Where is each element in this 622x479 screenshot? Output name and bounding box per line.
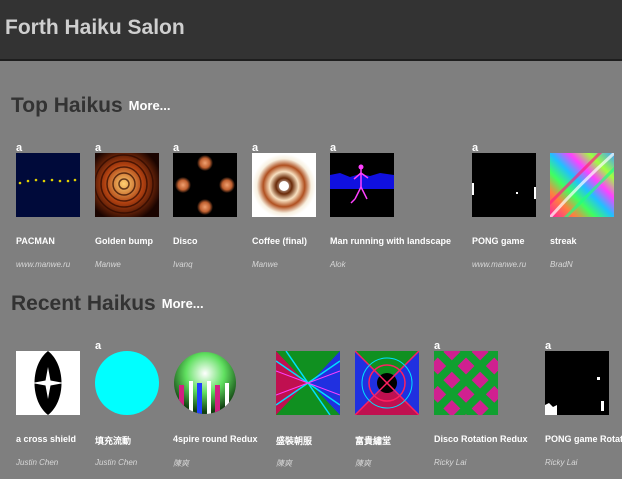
haiku-name[interactable]: 4spire round Redux — [173, 434, 258, 444]
haiku-name[interactable]: a cross shield — [16, 434, 76, 444]
haiku-card[interactable]: streak BradN — [550, 142, 622, 272]
haiku-card[interactable]: 盛裝朝服 陳爽 — [276, 340, 356, 470]
haiku-author[interactable]: Ivanq — [173, 260, 193, 269]
haiku-author[interactable]: 陳爽 — [355, 458, 371, 469]
haiku-card[interactable]: a PONG game www.manwe.ru — [472, 142, 552, 272]
haiku-name[interactable]: 富貴繡堂 — [355, 434, 391, 447]
haiku-name[interactable]: Golden bump — [95, 236, 153, 246]
haiku-author[interactable]: www.manwe.ru — [16, 260, 70, 269]
haiku-author[interactable]: 陳爽 — [276, 458, 292, 469]
haiku-card[interactable]: a Golden bump Manwe — [95, 142, 175, 272]
haiku-card[interactable]: 4spire round Redux 陳爽 — [173, 340, 258, 470]
haiku-card[interactable]: a Man running with landscape Alok — [330, 142, 451, 272]
top-more-link[interactable]: More... — [129, 98, 171, 113]
haiku-name[interactable]: Man running with landscape — [330, 236, 451, 246]
haiku-name[interactable]: 填充流動 — [95, 434, 131, 447]
haiku-thumbnail-disco[interactable] — [173, 153, 237, 217]
haiku-author[interactable]: Manwe — [95, 260, 121, 269]
haiku-card[interactable]: 富貴繡堂 陳爽 — [355, 340, 435, 470]
haiku-thumbnail-pong[interactable] — [472, 153, 536, 217]
haiku-card[interactable]: a cross shield Justin Chen — [16, 340, 96, 470]
haiku-name[interactable]: PONG game Rotation — [545, 434, 622, 444]
haiku-card[interactable]: a 填充流動 Justin Chen — [95, 340, 175, 470]
haiku-thumbnail-pacman[interactable] — [16, 153, 80, 217]
haiku-card[interactable]: a PACMAN www.manwe.ru — [16, 142, 96, 272]
haiku-author[interactable]: Justin Chen — [16, 458, 58, 467]
haiku-card[interactable]: a Disco Rotation Redux Ricky Lai — [434, 340, 528, 470]
haiku-name[interactable]: streak — [550, 236, 577, 246]
haiku-card[interactable]: a Disco Ivanq — [173, 142, 253, 272]
recent-more-link[interactable]: More... — [162, 296, 204, 311]
haiku-card[interactable]: a PONG game Rotation Ricky Lai — [545, 340, 622, 470]
haiku-author[interactable]: Alok — [330, 260, 346, 269]
haiku-name[interactable]: PACMAN — [16, 236, 55, 246]
haiku-thumbnail-pattern-a[interactable] — [276, 351, 340, 415]
haiku-thumbnail-cyan-disc[interactable] — [95, 351, 159, 415]
haiku-name[interactable]: 盛裝朝服 — [276, 434, 312, 447]
haiku-author[interactable]: Manwe — [252, 260, 278, 269]
top-haikus-title: Top Haikus — [11, 94, 123, 117]
haiku-thumbnail-cross-shield[interactable] — [16, 351, 80, 415]
haiku-author[interactable]: Ricky Lai — [545, 458, 577, 467]
haiku-thumbnail-coffee[interactable] — [252, 153, 316, 217]
haiku-card[interactable]: a Coffee (final) Manwe — [252, 142, 332, 272]
haiku-thumbnail-man-running[interactable] — [330, 153, 394, 217]
recent-haikus-heading: Recent Haikus More... — [11, 292, 204, 316]
haiku-author[interactable]: Ricky Lai — [434, 458, 466, 467]
haiku-thumbnail-pong-rotation[interactable] — [545, 351, 609, 415]
haiku-author[interactable]: 陳爽 — [173, 458, 189, 469]
haiku-name[interactable]: Coffee (final) — [252, 236, 307, 246]
haiku-name[interactable]: Disco — [173, 236, 198, 246]
haiku-author[interactable]: www.manwe.ru — [472, 260, 526, 269]
site-title[interactable]: Forth Haiku Salon — [5, 16, 185, 40]
haiku-thumbnail-spire[interactable] — [173, 351, 237, 415]
recent-haikus-title: Recent Haikus — [11, 292, 156, 315]
haiku-author[interactable]: BradN — [550, 260, 573, 269]
haiku-author[interactable]: Justin Chen — [95, 458, 137, 467]
haiku-thumbnail-disco-rotation[interactable] — [434, 351, 498, 415]
top-haikus-heading: Top Haikus More... — [11, 94, 171, 118]
haiku-thumbnail-pattern-b[interactable] — [355, 351, 419, 415]
haiku-thumbnail-streak[interactable] — [550, 153, 614, 217]
header-bar: Forth Haiku Salon — [0, 0, 622, 61]
haiku-name[interactable]: Disco Rotation Redux — [434, 434, 528, 444]
haiku-thumbnail-golden-bump[interactable] — [95, 153, 159, 217]
haiku-name[interactable]: PONG game — [472, 236, 525, 246]
